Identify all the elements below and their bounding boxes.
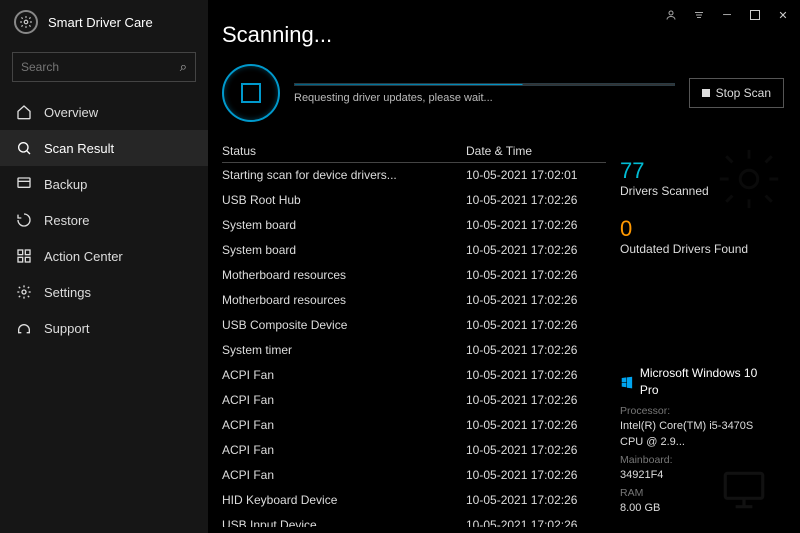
- table-row: ACPI Fan10-05-2021 17:02:26: [222, 388, 606, 413]
- table-row: ACPI Fan10-05-2021 17:02:26: [222, 363, 606, 388]
- scan-spinner-icon: [222, 64, 280, 122]
- row-status: Motherboard resources: [222, 293, 466, 307]
- minimize-button[interactable]: ─: [714, 4, 740, 26]
- table-row: USB Composite Device10-05-2021 17:02:26: [222, 313, 606, 338]
- row-status: System board: [222, 218, 466, 232]
- maximize-button[interactable]: [742, 4, 768, 26]
- stop-icon: [702, 89, 710, 97]
- row-status: HID Keyboard Device: [222, 493, 466, 507]
- system-info: Microsoft Windows 10 Pro Processor: Inte…: [620, 365, 778, 519]
- outdated-label: Outdated Drivers Found: [620, 242, 778, 256]
- window-controls: ─ ✕: [658, 4, 796, 26]
- row-status: System board: [222, 243, 466, 257]
- row-datetime: 10-05-2021 17:02:26: [466, 218, 606, 232]
- table-row: USB Root Hub10-05-2021 17:02:26: [222, 188, 606, 213]
- stop-scan-button[interactable]: Stop Scan: [689, 78, 784, 108]
- table-row: ACPI Fan10-05-2021 17:02:26: [222, 413, 606, 438]
- sidebar-item-label: Scan Result: [44, 141, 114, 156]
- row-status: System timer: [222, 343, 466, 357]
- table-row: ACPI Fan10-05-2021 17:02:26: [222, 438, 606, 463]
- table-row: ACPI Fan10-05-2021 17:02:26: [222, 463, 606, 488]
- sidebar-item-label: Backup: [44, 177, 87, 192]
- row-status: Motherboard resources: [222, 268, 466, 282]
- sidebar-item-overview[interactable]: Overview: [0, 94, 208, 130]
- sidebar-item-scan-result[interactable]: Scan Result: [0, 130, 208, 166]
- row-datetime: 10-05-2021 17:02:26: [466, 418, 606, 432]
- grid-icon: [16, 248, 32, 264]
- outdated-count: 0: [620, 216, 778, 242]
- row-datetime: 10-05-2021 17:02:26: [466, 468, 606, 482]
- table-header: Status Date & Time: [222, 140, 606, 163]
- sidebar: Smart Driver Care ⌕ Overview Scan Result B…: [0, 0, 208, 533]
- table-row: Starting scan for device drivers...10-05…: [222, 163, 606, 188]
- search-icon: ⌕: [180, 59, 187, 75]
- row-status: ACPI Fan: [222, 443, 466, 457]
- sidebar-item-label: Action Center: [44, 249, 123, 264]
- search-input[interactable]: [21, 60, 180, 74]
- search-icon: [16, 140, 32, 156]
- headset-icon: [16, 320, 32, 336]
- sidebar-item-label: Support: [44, 321, 90, 336]
- scan-results-table: Status Date & Time Starting scan for dev…: [208, 140, 606, 527]
- row-datetime: 10-05-2021 17:02:26: [466, 343, 606, 357]
- progress-bar: [294, 83, 675, 86]
- table-row: Motherboard resources10-05-2021 17:02:26: [222, 263, 606, 288]
- row-status: USB Input Device: [222, 518, 466, 527]
- sidebar-item-label: Overview: [44, 105, 98, 120]
- stats-panel: 77 Drivers Scanned 0 Outdated Drivers Fo…: [606, 140, 790, 527]
- sidebar-item-support[interactable]: Support: [0, 310, 208, 346]
- row-status: USB Composite Device: [222, 318, 466, 332]
- sidebar-item-label: Restore: [44, 213, 90, 228]
- row-status: ACPI Fan: [222, 468, 466, 482]
- row-status: ACPI Fan: [222, 368, 466, 382]
- table-row: System timer10-05-2021 17:02:26: [222, 338, 606, 363]
- restore-icon: [16, 212, 32, 228]
- scan-status-text: Requesting driver updates, please wait..…: [294, 92, 675, 104]
- col-datetime-header: Date & Time: [466, 144, 606, 158]
- table-row: System board10-05-2021 17:02:26: [222, 238, 606, 263]
- row-datetime: 10-05-2021 17:02:26: [466, 493, 606, 507]
- backup-icon: [16, 176, 32, 192]
- row-datetime: 10-05-2021 17:02:26: [466, 293, 606, 307]
- search-box[interactable]: ⌕: [12, 52, 196, 82]
- row-datetime: 10-05-2021 17:02:26: [466, 243, 606, 257]
- row-datetime: 10-05-2021 17:02:26: [466, 443, 606, 457]
- row-status: ACPI Fan: [222, 393, 466, 407]
- row-status: Starting scan for device drivers...: [222, 168, 466, 182]
- sidebar-item-backup[interactable]: Backup: [0, 166, 208, 202]
- row-datetime: 10-05-2021 17:02:26: [466, 368, 606, 382]
- table-row: HID Keyboard Device10-05-2021 17:02:26: [222, 488, 606, 513]
- row-datetime: 10-05-2021 17:02:26: [466, 268, 606, 282]
- titlebar: Smart Driver Care: [0, 0, 208, 44]
- row-datetime: 10-05-2021 17:02:26: [466, 193, 606, 207]
- app-title: Smart Driver Care: [48, 15, 153, 30]
- row-status: ACPI Fan: [222, 418, 466, 432]
- sidebar-item-action-center[interactable]: Action Center: [0, 238, 208, 274]
- close-button[interactable]: ✕: [770, 4, 796, 26]
- cpu-label: Processor:: [620, 404, 778, 419]
- row-datetime: 10-05-2021 17:02:26: [466, 518, 606, 527]
- nav: Overview Scan Result Backup Restore Action C…: [0, 88, 208, 346]
- row-datetime: 10-05-2021 17:02:26: [466, 318, 606, 332]
- row-datetime: 10-05-2021 17:02:01: [466, 168, 606, 182]
- col-status-header: Status: [222, 144, 466, 158]
- row-datetime: 10-05-2021 17:02:26: [466, 393, 606, 407]
- os-name: Microsoft Windows 10 Pro: [640, 365, 778, 400]
- gear-icon: [16, 284, 32, 300]
- row-status: USB Root Hub: [222, 193, 466, 207]
- table-row: USB Input Device10-05-2021 17:02:26: [222, 513, 606, 527]
- sidebar-item-label: Settings: [44, 285, 91, 300]
- table-row: System board10-05-2021 17:02:26: [222, 213, 606, 238]
- home-icon: [16, 104, 32, 120]
- app-logo-icon: [14, 10, 38, 34]
- menu-icon[interactable]: [686, 4, 712, 26]
- table-row: Motherboard resources10-05-2021 17:02:26: [222, 288, 606, 313]
- stop-scan-label: Stop Scan: [716, 86, 771, 100]
- sidebar-item-restore[interactable]: Restore: [0, 202, 208, 238]
- windows-icon: [620, 375, 634, 389]
- sidebar-item-settings[interactable]: Settings: [0, 274, 208, 310]
- user-icon[interactable]: [658, 4, 684, 26]
- cpu-value: Intel(R) Core(TM) i5-3470S CPU @ 2.9...: [620, 419, 778, 451]
